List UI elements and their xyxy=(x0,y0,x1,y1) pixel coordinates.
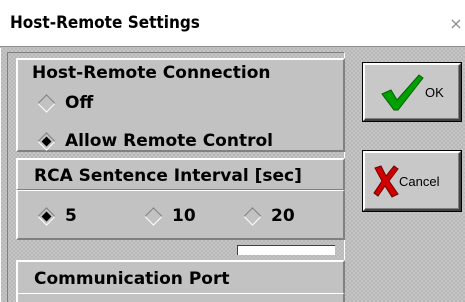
radio-interval-20[interactable]: 20 xyxy=(243,206,295,226)
radio-interval-5-diamond[interactable] xyxy=(37,206,56,226)
radio-allow-remote-label: Allow Remote Control xyxy=(65,131,273,151)
radio-off-label: Off xyxy=(65,93,94,113)
radio-off-diamond[interactable] xyxy=(37,93,56,113)
green-check-icon xyxy=(381,74,424,111)
port-select[interactable] xyxy=(237,245,335,255)
radio-interval-20-label: 20 xyxy=(271,206,295,226)
port-group xyxy=(16,293,345,302)
radio-interval-5-label: 5 xyxy=(65,206,77,226)
interval-group-title: RCA Sentence Interval [sec] xyxy=(16,158,345,190)
ok-button-label: OK xyxy=(425,84,444,100)
interval-group-title-text: RCA Sentence Interval [sec] xyxy=(34,166,302,186)
radio-interval-10-label: 10 xyxy=(172,206,196,226)
connection-group-title: Host-Remote Connection xyxy=(32,63,271,83)
radio-allow-remote-diamond[interactable] xyxy=(37,131,56,151)
radio-interval-20-diamond[interactable] xyxy=(243,206,262,226)
cancel-button-label: Cancel xyxy=(399,173,440,189)
red-x-icon xyxy=(373,165,399,198)
close-icon[interactable]: × xyxy=(449,14,463,34)
port-group-title: Communication Port xyxy=(16,260,345,294)
cancel-button[interactable]: Cancel xyxy=(362,150,462,212)
dialog-body: Host-Remote Connection Off Allow Remote … xyxy=(0,48,465,302)
port-group-title-text: Communication Port xyxy=(34,269,230,289)
radio-allow-remote[interactable]: Allow Remote Control xyxy=(37,131,273,151)
radio-interval-10-diamond[interactable] xyxy=(144,206,163,226)
ok-button[interactable]: OK xyxy=(362,62,462,122)
radio-interval-5[interactable]: 5 xyxy=(37,206,77,226)
radio-interval-10[interactable]: 10 xyxy=(144,206,196,226)
window-title: Host-Remote Settings xyxy=(10,13,200,33)
title-bar: Host-Remote Settings × xyxy=(0,0,465,47)
radio-off[interactable]: Off xyxy=(37,93,94,113)
